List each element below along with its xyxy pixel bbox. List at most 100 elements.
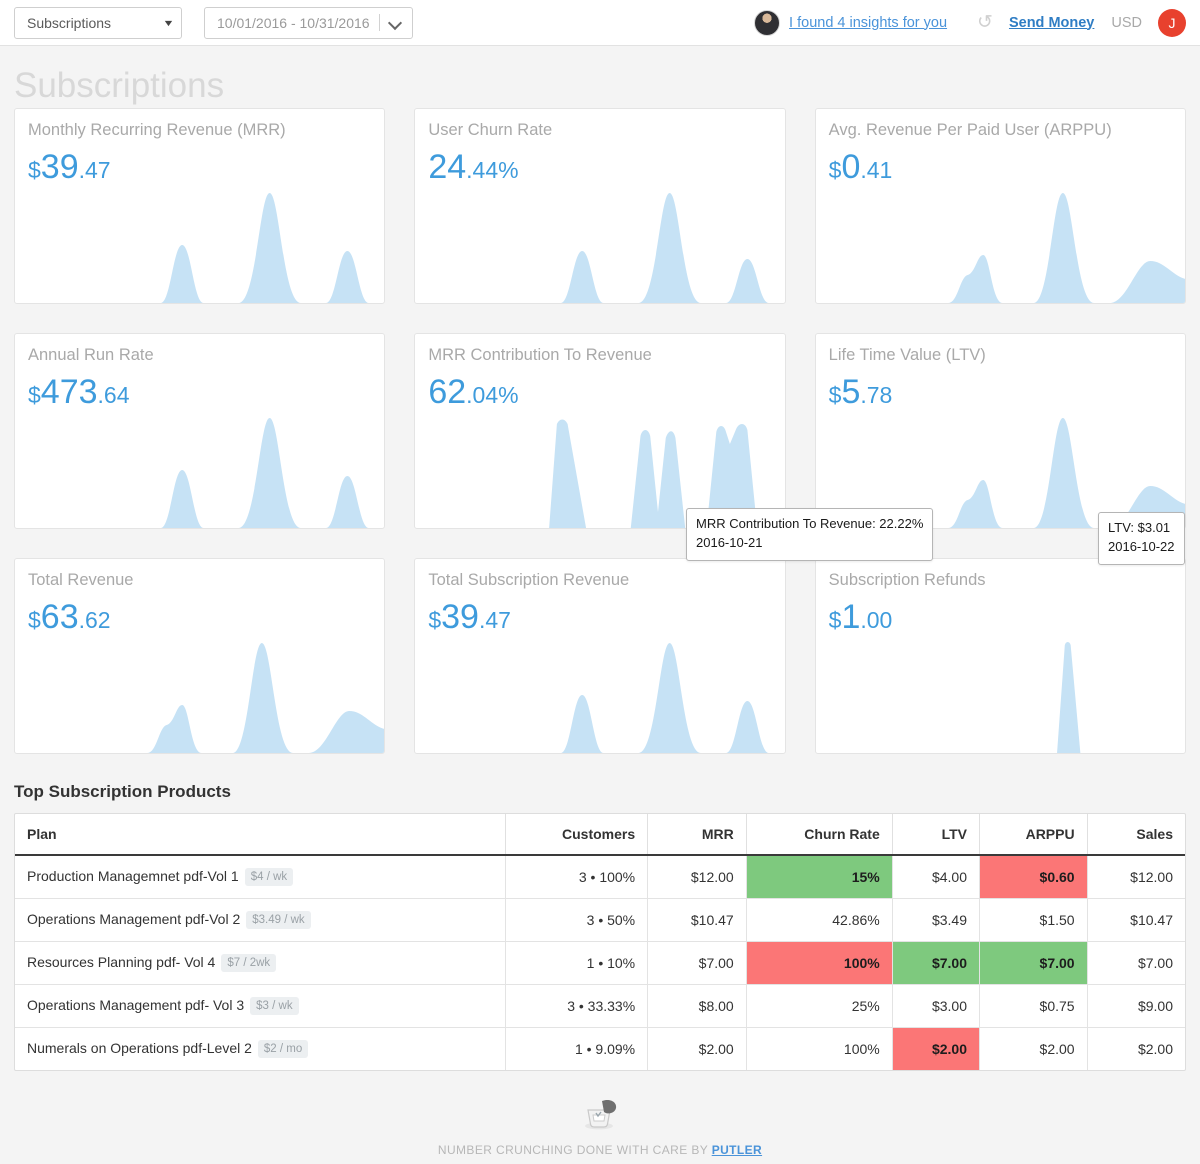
kpi-currency-symbol: $ [428, 607, 441, 633]
kpi-card-total-revenue[interactable]: Total Revenue $63.62 [14, 558, 385, 754]
kpi-main-number: 24 [428, 148, 466, 186]
kpi-value: 62.04% [428, 375, 518, 409]
cell-customers: 3 • 100% [505, 855, 648, 899]
page-header: Subscriptions Tell us, what would you li… [0, 46, 1200, 108]
table-row[interactable]: Resources Planning pdf- Vol 4$7 / 2wk1 •… [15, 942, 1185, 985]
topbar-right-group: I found 4 insights for you ↺ Send Money … [754, 9, 1186, 37]
kpi-card-total-subscription-revenue[interactable]: Total Subscription Revenue $39.47 [414, 558, 785, 754]
kpi-value: $0.41 [829, 150, 893, 184]
cell-sales: $7.00 [1087, 942, 1185, 985]
plan-price-badge: $3.49 / wk [246, 911, 310, 929]
kpi-fraction: .47 [79, 157, 111, 183]
table-header-row: Plan Customers MRR Churn Rate LTV ARPPU … [15, 814, 1185, 855]
plan-price-badge: $7 / 2wk [221, 954, 276, 972]
cell-plan: Resources Planning pdf- Vol 4 $7 / 2wk [15, 942, 505, 985]
cell-mrr: $12.00 [648, 855, 747, 899]
avatar [754, 10, 780, 36]
chevron-down-icon [389, 16, 402, 29]
kpi-fraction: .41 [860, 157, 892, 183]
kpi-card-ltv[interactable]: Life Time Value (LTV) $5.78 [815, 333, 1186, 529]
column-header-ltv[interactable]: LTV [892, 814, 979, 855]
column-header-churn-rate[interactable]: Churn Rate [746, 814, 892, 855]
plan-name: Production Managemnet pdf-Vol 1 [27, 868, 239, 884]
kpi-title: MRR Contribution To Revenue [428, 346, 651, 365]
table-row[interactable]: Production Managemnet pdf-Vol 1 $4 / wk 3 … [15, 855, 1185, 899]
page-footer: NUMBER CRUNCHING DONE WITH CARE BY PUTLE… [0, 1097, 1200, 1157]
sparkline-chart [415, 183, 784, 303]
kpi-main-number: 39 [441, 598, 479, 636]
cell-arppu: $2.00 [980, 1028, 1088, 1071]
kpi-card-subscription-refunds[interactable]: Subscription Refunds $1.00 [815, 558, 1186, 754]
table-head: Plan Customers MRR Churn Rate LTV ARPPU … [15, 814, 1185, 855]
currency-label[interactable]: USD [1111, 15, 1142, 31]
tooltip-ltv: LTV: $3.01 2016-10-22 [1098, 512, 1185, 565]
kpi-card-user-churn-rate[interactable]: User Churn Rate 24.44% [414, 108, 785, 304]
cell-mrr: $10.47 [648, 899, 747, 942]
column-header-customers[interactable]: Customers [505, 814, 648, 855]
user-avatar-badge[interactable]: J [1158, 9, 1186, 37]
cell-plan: Production Managemnet pdf-Vol 1 $4 / wk [15, 855, 505, 899]
kpi-title: Subscription Refunds [829, 571, 986, 590]
table-body: Production Managemnet pdf-Vol 1 $4 / wk 3 … [15, 855, 1185, 1070]
cell-customers: 3 • 33.33% [505, 985, 648, 1028]
divider [379, 14, 380, 31]
column-header-plan[interactable]: Plan [15, 814, 505, 855]
plan-name: Resources Planning pdf- Vol 4 [27, 954, 215, 970]
insights-link[interactable]: I found 4 insights for you [789, 15, 947, 31]
kpi-value: $473.64 [28, 375, 130, 409]
kpi-value: $63.62 [28, 600, 111, 634]
top-subscription-products-table-wrapper: Plan Customers MRR Churn Rate LTV ARPPU … [14, 813, 1186, 1071]
kpi-card-mrr[interactable]: Monthly Recurring Revenue (MRR) $39.47 [14, 108, 385, 304]
kpi-main-number: 63 [41, 598, 79, 636]
kpi-card-annual-run-rate[interactable]: Annual Run Rate $473.64 [14, 333, 385, 529]
column-header-arppu[interactable]: ARPPU [980, 814, 1088, 855]
putler-brand-link[interactable]: PUTLER [712, 1143, 762, 1157]
tooltip-line-2: 2016-10-22 [1108, 538, 1175, 557]
kpi-currency-symbol: $ [829, 157, 842, 183]
kpi-title: User Churn Rate [428, 121, 552, 140]
cell-arppu: $0.75 [980, 985, 1088, 1028]
cell-mrr: $8.00 [648, 985, 747, 1028]
plan-name: Operations Management pdf-Vol 2 [27, 911, 240, 927]
kpi-value: $5.78 [829, 375, 893, 409]
cell-arppu: $7.00 [980, 942, 1088, 985]
refresh-icon[interactable]: ↺ [977, 13, 993, 32]
tooltip-mrr-contribution: MRR Contribution To Revenue: 22.22% 2016… [686, 508, 933, 561]
cell-churn-rate: 42.86% [746, 899, 892, 942]
sparkline-chart [415, 633, 784, 753]
kpi-title: Monthly Recurring Revenue (MRR) [28, 121, 286, 140]
cell-customers: 1 • 9.09% [505, 1028, 648, 1071]
page-title: Subscriptions [14, 66, 224, 106]
date-range-label: 10/01/2016 - 10/31/2016 [217, 15, 370, 31]
kpi-main-number: 5 [841, 373, 860, 411]
kpi-card-grid: Monthly Recurring Revenue (MRR) $39.47 U… [0, 108, 1200, 754]
date-range-picker[interactable]: 10/01/2016 - 10/31/2016 [204, 7, 413, 39]
top-subscription-products-table: Plan Customers MRR Churn Rate LTV ARPPU … [15, 814, 1185, 1070]
kpi-title: Total Subscription Revenue [428, 571, 629, 590]
kpi-currency-symbol: $ [829, 382, 842, 408]
cell-sales: $2.00 [1087, 1028, 1185, 1071]
table-row[interactable]: Operations Management pdf- Vol 3$3 / wk3… [15, 985, 1185, 1028]
kpi-card-mrr-contribution[interactable]: MRR Contribution To Revenue 62.04% [414, 333, 785, 529]
kpi-currency-symbol: $ [28, 157, 41, 183]
kpi-fraction: .47 [479, 607, 511, 633]
cell-sales: $9.00 [1087, 985, 1185, 1028]
kpi-card-arppu[interactable]: Avg. Revenue Per Paid User (ARPPU) $0.41 [815, 108, 1186, 304]
column-header-mrr[interactable]: MRR [648, 814, 747, 855]
chevron-down-icon: ▼ [162, 18, 174, 28]
send-money-button[interactable]: Send Money [1009, 15, 1094, 31]
kpi-main-number: 0 [841, 148, 860, 186]
column-header-sales[interactable]: Sales [1087, 814, 1185, 855]
sparkline-chart [816, 633, 1185, 753]
plan-price-badge: $4 / wk [245, 868, 293, 886]
sparkline-chart [15, 183, 384, 303]
table-row[interactable]: Operations Management pdf-Vol 2 $3.49 / w… [15, 899, 1185, 942]
account-select[interactable]: Subscriptions ▼ [14, 7, 182, 39]
plan-name: Operations Management pdf- Vol 3 [27, 997, 244, 1013]
kpi-main-number: 473 [41, 373, 98, 411]
tooltip-line-2: 2016-10-21 [696, 534, 923, 553]
table-row[interactable]: Numerals on Operations pdf-Level 2$2 / m… [15, 1028, 1185, 1071]
cell-mrr: $7.00 [648, 942, 747, 985]
cell-plan: Numerals on Operations pdf-Level 2$2 / m… [15, 1028, 505, 1071]
kpi-fraction: .00 [860, 607, 892, 633]
